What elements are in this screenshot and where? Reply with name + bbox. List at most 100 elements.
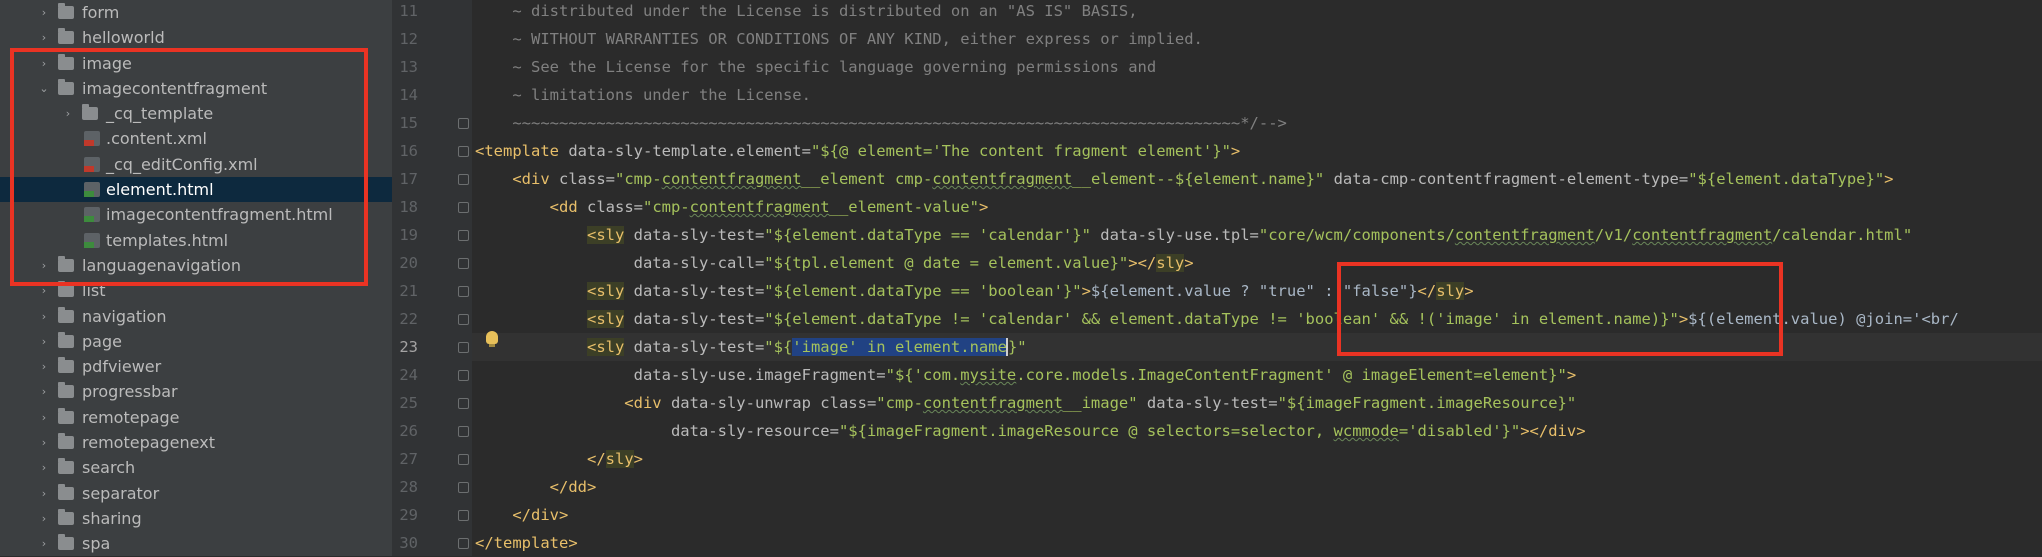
chevron-right-icon[interactable]: › <box>38 430 50 455</box>
code-token: /v1/ <box>1594 226 1633 244</box>
folder-icon <box>58 508 74 525</box>
line-number: 17 <box>399 170 418 188</box>
code-line[interactable]: <sly data-sly-test="${element.dataType =… <box>475 221 1912 249</box>
fold-marker-icon[interactable] <box>458 118 469 129</box>
code-token: > <box>1230 142 1241 160</box>
fold-marker-icon[interactable] <box>458 342 469 353</box>
code-token: data-sly-test= <box>624 226 765 244</box>
code-line[interactable]: data-sly-resource="${imageFragment.image… <box>475 417 1586 445</box>
chevron-right-icon[interactable]: › <box>38 405 50 430</box>
code-token: data-sly-use.tpl= <box>1090 226 1259 244</box>
chevron-right-icon[interactable]: › <box>38 329 50 354</box>
tree-item-form[interactable]: › form <box>0 0 392 25</box>
tree-item-search[interactable]: › search <box>0 455 392 480</box>
tree-item-helloworld[interactable]: › helloworld <box>0 25 392 50</box>
chevron-right-icon[interactable]: › <box>38 304 50 329</box>
tree-item-pdfviewer[interactable]: › pdfviewer <box>0 354 392 379</box>
folder-icon <box>58 281 74 298</box>
chevron-right-icon[interactable]: › <box>38 379 50 404</box>
code-line[interactable]: <div data-sly-unwrap class="cmp-contentf… <box>475 389 1576 417</box>
folder-icon <box>58 382 74 399</box>
fold-marker-icon[interactable] <box>458 286 469 297</box>
code-line[interactable]: ~ distributed under the License is distr… <box>475 0 1137 25</box>
code-token: class= <box>577 198 643 216</box>
chevron-right-icon[interactable]: › <box>38 481 50 506</box>
code-line[interactable]: ~ WITHOUT WARRANTIES OR CONDITIONS OF AN… <box>475 25 1203 53</box>
code-line[interactable]: </sly> <box>475 445 643 473</box>
tree-item-navigation[interactable]: › navigation <box>0 304 392 329</box>
code-line[interactable]: <sly data-sly-test="${'image' in element… <box>475 333 1027 361</box>
folder-icon <box>58 534 74 551</box>
fold-marker-icon[interactable] <box>458 174 469 185</box>
code-line[interactable]: </dd> <box>475 473 597 501</box>
tree-item-label: helloworld <box>82 28 165 48</box>
tree-item-page[interactable]: › page <box>0 329 392 354</box>
code-line[interactable]: </template> <box>475 529 578 557</box>
fold-marker-icon[interactable] <box>458 314 469 325</box>
tree-item-label: page <box>82 331 122 351</box>
code-token: > <box>1081 282 1091 300</box>
tree-item-spa[interactable]: › spa <box>0 531 392 556</box>
fold-marker-icon[interactable] <box>458 538 469 549</box>
fold-marker-icon[interactable] <box>458 482 469 493</box>
fold-marker-icon[interactable] <box>458 230 469 241</box>
code-token: > <box>1884 170 1894 188</box>
code-line[interactable]: ~ See the License for the specific langu… <box>475 53 1156 81</box>
chevron-right-icon[interactable]: › <box>38 0 50 25</box>
code-token: <dd <box>475 198 578 216</box>
code-line[interactable]: <dd class="cmp-contentfragment__element-… <box>475 193 989 221</box>
code-token: <template <box>475 142 559 160</box>
tree-item-sharing[interactable]: › sharing <box>0 506 392 531</box>
fold-marker-icon[interactable] <box>458 146 469 157</box>
code-token: "${imageFragment.imageResource @ selecto… <box>838 422 1334 440</box>
chevron-right-icon[interactable]: › <box>38 531 50 556</box>
code-token: mysite <box>960 366 1017 384</box>
fold-marker-icon[interactable] <box>458 398 469 409</box>
code-line[interactable]: <template data-sly-template.element="${@… <box>475 137 1240 165</box>
code-token: "cmp- <box>614 170 662 188</box>
code-token: "cmp- <box>876 394 923 412</box>
code-token: > <box>1566 366 1577 384</box>
fold-marker-icon[interactable] <box>458 202 469 213</box>
code-editor[interactable]: 11 12 13 14 15 16 17 18 19 20 21 22 23 24 25 26 27 28 29 30… <box>392 0 2042 556</box>
line-number: 24 <box>399 366 418 384</box>
chevron-right-icon[interactable]: › <box>38 354 50 379</box>
code-token: <sly <box>586 226 625 244</box>
chevron-right-icon[interactable]: › <box>38 25 50 50</box>
code-line[interactable]: data-sly-use.imageFragment="${'com.mysit… <box>475 361 1577 389</box>
code-token: "${'com. <box>885 366 961 384</box>
code-token: data-sly-test= <box>1137 394 1278 412</box>
code-token: wcmmode <box>1333 422 1399 440</box>
code-line[interactable]: </div> <box>475 501 568 529</box>
line-number: 14 <box>399 86 418 104</box>
fold-marker-icon[interactable] <box>458 426 469 437</box>
chevron-right-icon[interactable]: › <box>38 506 50 531</box>
tree-item-progressbar[interactable]: › progressbar <box>0 379 392 404</box>
code-line[interactable]: <div class="cmp-contentfragment__element… <box>475 165 1894 193</box>
code-token: ></div> <box>1520 422 1586 440</box>
fold-marker-icon[interactable] <box>458 258 469 269</box>
code-line[interactable]: <sly data-sly-test="${element.dataType =… <box>475 277 1474 305</box>
line-number: 19 <box>399 226 418 244</box>
code-line[interactable]: ~~~~~~~~~~~~~~~~~~~~~~~~~~~~~~~~~~~~~~~~… <box>475 109 1287 137</box>
tree-item-remotepage[interactable]: › remotepage <box>0 405 392 430</box>
folder-icon <box>58 407 74 424</box>
code-token: class= <box>549 170 615 188</box>
tree-item-remotepagenext[interactable]: › remotepagenext <box>0 430 392 455</box>
code-token: > <box>978 198 989 216</box>
tree-item-separator[interactable]: › separator <box>0 481 392 506</box>
fold-marker-icon[interactable] <box>458 454 469 465</box>
code-line[interactable]: ~ limitations under the License. <box>475 81 811 109</box>
code-token: contentfragment <box>661 170 802 188</box>
line-number-gutter: 11 12 13 14 15 16 17 18 19 20 21 22 23 24 25 26 27 28 29 30 <box>392 0 472 556</box>
tree-item-label: search <box>82 458 136 478</box>
code-token: data-sly-test= <box>624 310 765 328</box>
line-number: 26 <box>399 422 418 440</box>
code-token: <div <box>475 394 662 412</box>
chevron-right-icon[interactable]: › <box>38 455 50 480</box>
code-line[interactable]: data-sly-call="${tpl.element @ date = el… <box>475 249 1194 277</box>
fold-marker-icon[interactable] <box>458 370 469 381</box>
fold-marker-icon[interactable] <box>458 510 469 521</box>
